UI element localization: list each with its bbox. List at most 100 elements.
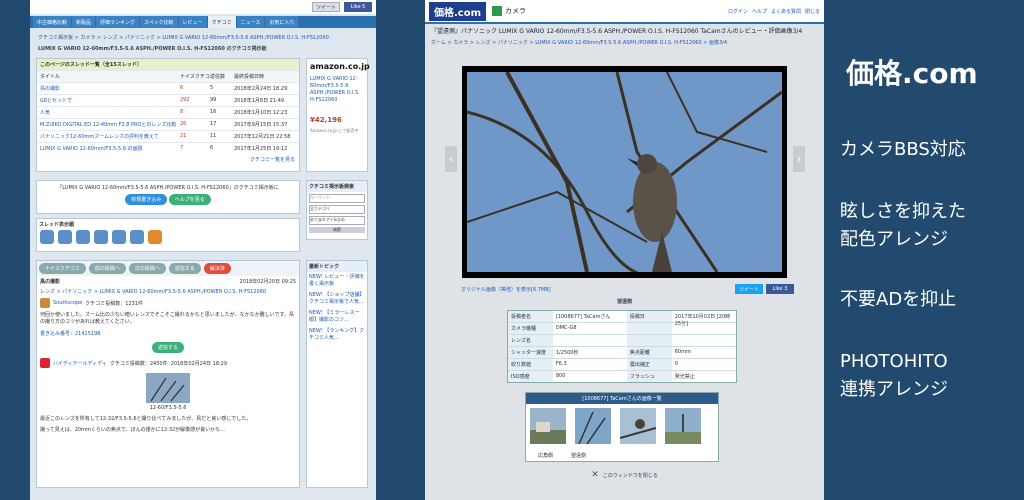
reply-body: 最近このレンズを所有して12-32/F3.5-5.6と撮り比べてみましたが、鳥だ…	[40, 416, 252, 422]
filter-news-icon[interactable]	[130, 230, 144, 244]
search-button[interactable]: 検索	[309, 227, 365, 233]
thumb-caption: 広角側	[538, 453, 554, 459]
filter-extra-icon[interactable]	[148, 230, 162, 244]
nav-item[interactable]: 中古価格比較	[33, 16, 72, 28]
photo-viewer: 価格.com カメラ ログイン ヘルプ よくある質問 閉じる 『望遠側』パナソニ…	[425, 0, 824, 500]
thread-table-header: タイトル ナイスクチコミ数 返信数 最終投稿日時	[37, 70, 299, 82]
prev-post-button[interactable]: 前の投稿へ	[88, 263, 126, 274]
camera-link[interactable]: DMC-G8	[553, 323, 627, 334]
nav-item[interactable]: 新製品	[72, 16, 96, 28]
thread-detail: ナイスクチコミ 前の投稿へ 次の投稿へ 返信する 解決済 鳥の撮影 2018年0…	[36, 260, 300, 488]
thread-breadcrumb[interactable]: レンズ > パナソニック > LUMIX G VARIO 12-60mm/F3.…	[37, 287, 299, 296]
next-arrow-icon[interactable]: ›	[793, 146, 805, 172]
table-row[interactable]: M.ZUIKO DIGITAL ED 12-40mm F2.8 PROとのレンズ…	[37, 118, 299, 130]
filter-review-icon[interactable]	[58, 230, 72, 244]
thread-photo[interactable]	[146, 373, 190, 403]
table-row: レンズ名	[508, 334, 736, 346]
thumbnail[interactable]	[530, 408, 566, 444]
filter-all-icon[interactable]	[40, 230, 54, 244]
forum-page: ツイート Like 5 中古価格比較 新製品 評価ランキング スペック比較 レビ…	[30, 0, 376, 500]
post-ref[interactable]: 書き込み番号：21415198	[37, 328, 299, 339]
related-title: 最新トピック	[307, 261, 367, 272]
amazon-ad[interactable]: amazon.co.jp LUMIX G VARIO 12-60mm/F3.5-…	[306, 58, 370, 172]
nav-item[interactable]: 評価ランキング	[96, 16, 139, 28]
close-icon[interactable]: ✕	[591, 470, 599, 480]
close-link[interactable]: 閉じる	[805, 8, 820, 15]
table-row[interactable]: 人気 8 16 2018年1月10日 12:23	[37, 106, 299, 118]
keyword-input[interactable]: キーワード	[309, 194, 365, 203]
related-item[interactable]: NEW! レビュー・評価を書く掲示板	[307, 272, 367, 290]
feature-label: 不要ADを抑止	[840, 289, 957, 310]
filter-price-icon[interactable]	[76, 230, 90, 244]
site-logo[interactable]: 価格.com	[429, 1, 487, 21]
table-row[interactable]: パナソニック12-60mmズームレンズの評判を教えて 21 11 2017年12…	[37, 130, 299, 142]
photo-caption: 12-60/F3.5-5.6	[149, 405, 187, 411]
table-row: シャッター速度 1/2500秒 焦点距離 60mm	[508, 346, 736, 358]
order-select[interactable]: あて@ネアイ&なめ	[309, 216, 365, 225]
original-image-link[interactable]: オリジナル画像（等倍）を表示[6.7MB]	[461, 286, 551, 293]
feature-label: 眩しさを抑えた 配色アレンジ	[840, 201, 966, 250]
more-threads-link[interactable]: クチコミ一覧を見る	[37, 154, 299, 165]
amazon-note: Amazon.co.jp にて販売中	[310, 128, 359, 133]
new-post-button[interactable]: 新規書き込み	[125, 194, 168, 205]
feature-label: カメラBBS対応	[840, 139, 966, 160]
filter-panel: スレッド表示順	[36, 218, 300, 252]
thumbnail-strip: [1008677] TaCamさんの画像一覧 広角側 望遠側	[525, 392, 719, 462]
thumbnail[interactable]	[665, 408, 702, 444]
table-row[interactable]: LUMIX G VARIO 12-60mm/F3.5-5.6 の画質 7 6 2…	[37, 142, 299, 154]
nav-item-active[interactable]: クチコミ	[207, 16, 236, 28]
table-row: 投稿者名 [1008677] TaCamさん 投稿日 2017年10月02日 […	[508, 311, 736, 327]
reply-top-button[interactable]: 返信する	[168, 263, 201, 274]
nav-item[interactable]: お気に入り	[265, 16, 299, 28]
related-item[interactable]: NEW! 【ランキング】クチコミ人気...	[307, 326, 367, 344]
solved-badge: 解決済	[203, 263, 231, 274]
page-title: LUMIX G VARIO 12-60mm/F3.5-5.6 ASPH./POW…	[38, 46, 267, 52]
feature-label: PHOTOHITO 連携アレンジ	[840, 351, 948, 400]
amazon-logo: amazon.co.jp	[310, 62, 370, 71]
faq-link[interactable]: よくある質問	[771, 8, 801, 15]
breadcrumb[interactable]: クチコミ掲示板 > カメラ > レンズ > パナソニック > LUMIX G V…	[30, 28, 376, 43]
login-link[interactable]: ログイン	[728, 8, 748, 15]
viewer-breadcrumb[interactable]: ホーム > カメラ > レンズ > パナソニック > LUMIX G VARIO…	[425, 36, 824, 49]
filter-quality-icon[interactable]	[94, 230, 108, 244]
help-button[interactable]: ヘルプを見る	[168, 194, 211, 205]
search-side-panel: クチコミ掲示板検索 キーワード 全カテゴリ あて@ネアイ&なめ 検索	[306, 180, 368, 240]
close-window-link[interactable]: このウィンドウを閉じる	[603, 472, 658, 479]
viewer-header: 価格.com カメラ ログイン ヘルプ よくある質問 閉じる	[425, 0, 824, 24]
reply-author[interactable]: ハイディテールディディ	[53, 360, 107, 367]
nav-item[interactable]: スペック比較	[139, 16, 178, 28]
table-row[interactable]: G8とセットで 292 99 2018年1月8日 21:49	[37, 94, 299, 106]
thumbnail[interactable]	[620, 408, 657, 444]
author-name[interactable]: Southscope	[53, 300, 82, 306]
nav-item[interactable]: レビュー	[178, 16, 207, 28]
tweet-button[interactable]: ツイート	[312, 2, 340, 12]
amazon-product[interactable]: LUMIX G VARIO 12-60mm/F3.5-5.6 ASPH./POW…	[307, 74, 367, 114]
like-button[interactable]: Like 5	[344, 2, 372, 12]
nav-item[interactable]: ニュース	[236, 16, 265, 28]
section-name[interactable]: カメラ	[505, 6, 526, 16]
reply-button[interactable]: 返信する	[151, 342, 184, 353]
table-row[interactable]: 鳥の撮影 6 5 2018年2月24日 18:29	[37, 82, 299, 94]
help-link[interactable]: ヘルプ	[752, 8, 767, 15]
bird-photo[interactable]	[467, 72, 782, 272]
author-link[interactable]: [1008677] TaCamさん	[553, 311, 627, 322]
thumbnail[interactable]	[575, 408, 612, 444]
next-post-button[interactable]: 次の投稿へ	[128, 263, 166, 274]
category-select[interactable]: 全カテゴリ	[309, 205, 365, 214]
filter-sample-icon[interactable]	[112, 230, 126, 244]
related-panel: 最新トピック NEW! レビュー・評価を書く掲示板 NEW! 【ショップ店舗】ク…	[306, 260, 368, 488]
related-item[interactable]: NEW! 【ミラーレス一眼】撮影のコツ...	[307, 308, 367, 326]
reply-body-2: 撮って見えは、20mmくらいの焦点で、ほんの僅かに12-32が解像感が良いかな.…	[40, 427, 225, 433]
thumbs-title: [1008677] TaCamさんの画像一覧	[526, 393, 718, 404]
main-photo-frame	[462, 66, 787, 278]
nice-button[interactable]: ナイスクチコミ	[39, 263, 86, 274]
tweet-button[interactable]: ツイート	[735, 284, 763, 294]
table-row: 絞り数値 F6.3 露出補正 0	[508, 358, 736, 370]
table-row: カメラ機種 DMC-G8	[508, 322, 736, 334]
like-button[interactable]: Like 3	[766, 284, 794, 294]
exif-table: 投稿者名 [1008677] TaCamさん 投稿日 2017年10月02日 […	[507, 310, 737, 383]
thread-list-panel: このページのスレッド一覧（全15スレッド） タイトル ナイスクチコミ数 返信数 …	[36, 58, 300, 172]
prev-arrow-icon[interactable]: ‹	[445, 146, 457, 172]
related-item[interactable]: NEW! 【ショップ店舗】クチコミ掲示板で人気...	[307, 290, 367, 308]
post-panel-title: 「LUMIX G VARIO 12-60mm/F3.5-5.6 ASPH./PO…	[57, 185, 279, 191]
